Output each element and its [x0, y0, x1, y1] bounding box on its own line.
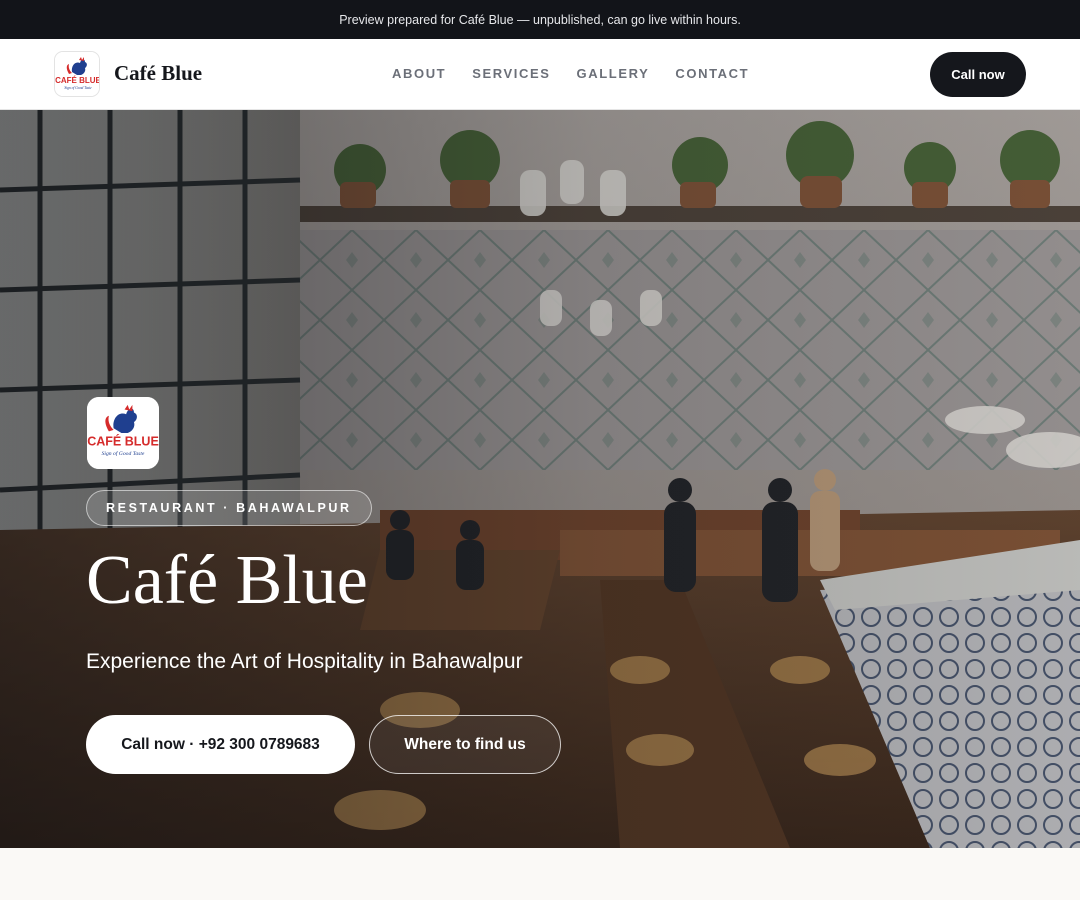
rooster-icon: CAFÉ BLUE Sign of Good Taste — [55, 52, 100, 96]
logo-slogan: Sign of Good Taste — [64, 86, 92, 90]
preview-banner-text: Preview prepared for Café Blue — unpubli… — [339, 12, 741, 27]
category-badge: RESTAURANT · BAHAWALPUR — [86, 490, 372, 526]
nav-link-gallery[interactable]: GALLERY — [577, 66, 650, 81]
call-now-button[interactable]: Call now — [930, 52, 1026, 97]
nav-link-about[interactable]: ABOUT — [392, 66, 446, 81]
nav-link-contact[interactable]: CONTACT — [675, 66, 749, 81]
rooster-icon: CAFÉ BLUE Sign of Good Taste — [87, 397, 159, 469]
brand-name[interactable]: Café Blue — [114, 61, 202, 86]
preview-banner: Preview prepared for Café Blue — unpubli… — [0, 0, 1080, 39]
hero-title: Café Blue — [86, 542, 368, 619]
logo-wordmark: CAFÉ BLUE — [87, 434, 159, 449]
logo-slogan: Sign of Good Taste — [102, 450, 145, 457]
hero-logo: CAFÉ BLUE Sign of Good Taste — [87, 397, 159, 469]
site-header: CAFÉ BLUE Sign of Good Taste Café Blue A… — [0, 39, 1080, 110]
nav-link-services[interactable]: SERVICES — [472, 66, 550, 81]
hero-section: CAFÉ BLUE Sign of Good Taste RESTAURANT … — [0, 110, 1080, 848]
logo-wordmark: CAFÉ BLUE — [55, 76, 100, 85]
find-us-button[interactable]: Where to find us — [369, 715, 561, 774]
hero-tagline: Experience the Art of Hospitality in Bah… — [86, 650, 523, 673]
main-nav: ABOUT SERVICES GALLERY CONTACT — [392, 66, 775, 81]
call-phone-button[interactable]: Call now · +92 300 0789683 — [86, 715, 355, 774]
header-logo[interactable]: CAFÉ BLUE Sign of Good Taste — [54, 51, 100, 97]
